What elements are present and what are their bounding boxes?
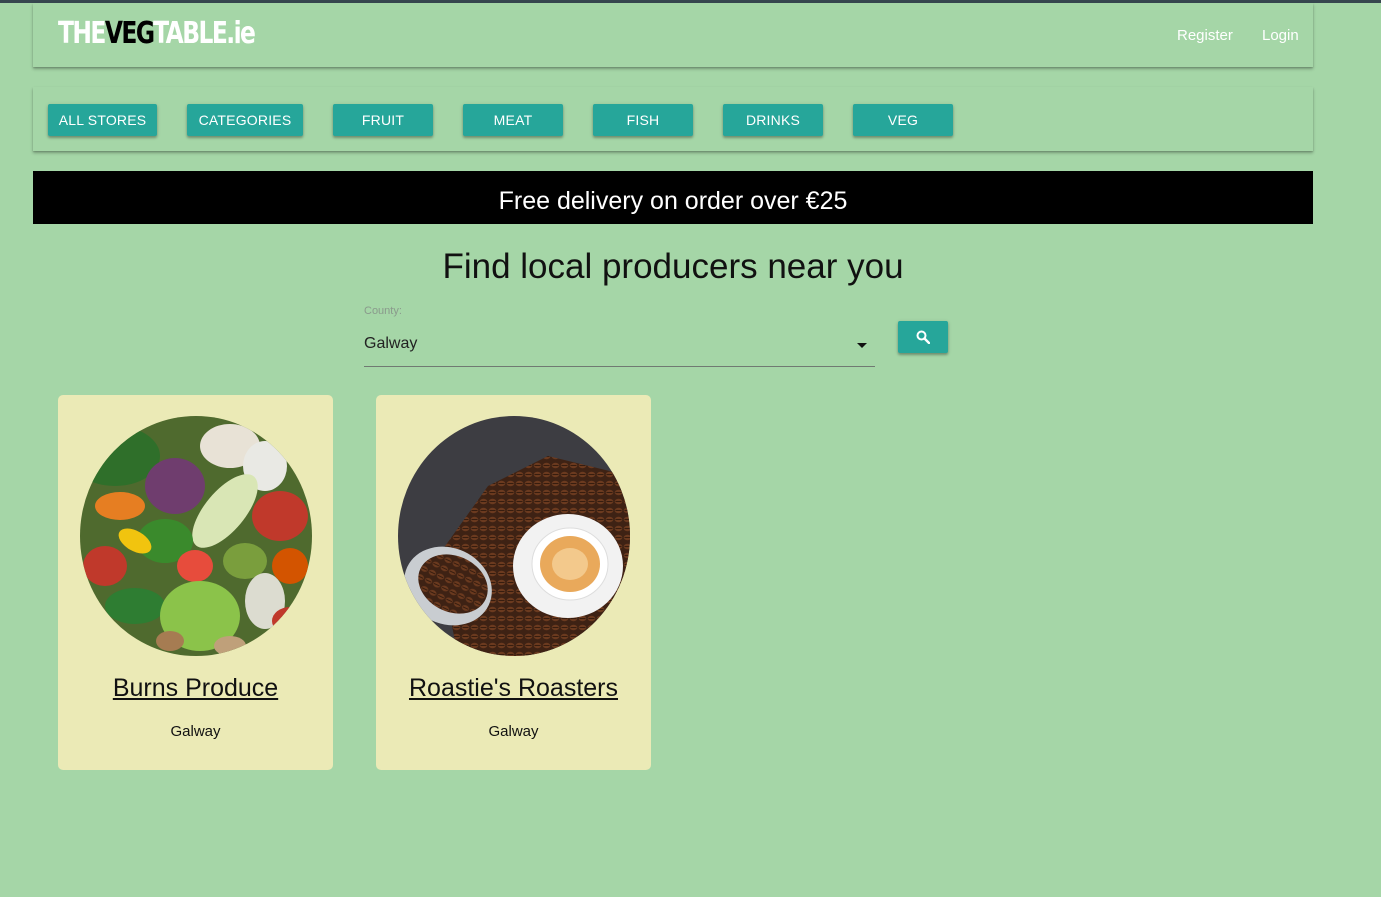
store-name-link[interactable]: Roastie's Roasters xyxy=(376,674,651,703)
county-selected-value: Galway xyxy=(364,335,418,352)
login-link[interactable]: Login xyxy=(1262,27,1299,44)
promo-banner: Free delivery on order over €25 xyxy=(33,171,1313,224)
caret-down-icon xyxy=(857,343,867,348)
category-bar: ALL STORES CATEGORIES FRUIT MEAT FISH DR… xyxy=(33,87,1313,151)
logo-part-veg: VEG xyxy=(104,16,155,51)
store-county: Galway xyxy=(170,723,221,740)
site-logo[interactable]: THEVEGTABLE.ie xyxy=(58,15,256,53)
store-county: Galway xyxy=(488,723,539,740)
veg-button[interactable]: VEG xyxy=(853,104,953,136)
logo-part-table: TABLE.ie xyxy=(153,16,256,51)
county-label: County: xyxy=(364,305,402,317)
coffee-beans-photo[interactable] xyxy=(398,416,630,656)
store-card: Burns Produce Galway xyxy=(58,395,333,770)
navbar: THEVEGTABLE.ie Register Login xyxy=(33,3,1313,67)
all-stores-button[interactable]: ALL STORES xyxy=(48,104,157,136)
vegetables-photo[interactable] xyxy=(80,416,312,656)
categories-button[interactable]: CATEGORIES xyxy=(187,104,303,136)
fish-button[interactable]: FISH xyxy=(593,104,693,136)
search-icon xyxy=(916,330,930,344)
drinks-button[interactable]: DRINKS xyxy=(723,104,823,136)
store-name-link[interactable]: Burns Produce xyxy=(58,674,333,703)
register-link[interactable]: Register xyxy=(1177,27,1233,44)
search-button[interactable] xyxy=(898,321,948,353)
county-select[interactable]: Galway xyxy=(364,330,875,367)
logo-part-the: THE xyxy=(58,16,106,51)
fruit-button[interactable]: FRUIT xyxy=(333,104,433,136)
meat-button[interactable]: MEAT xyxy=(463,104,563,136)
page-title: Find local producers near you xyxy=(442,247,904,286)
store-card: Roastie's Roasters Galway xyxy=(376,395,651,770)
